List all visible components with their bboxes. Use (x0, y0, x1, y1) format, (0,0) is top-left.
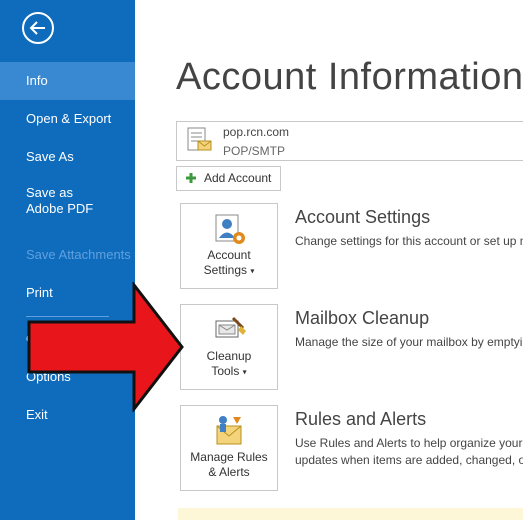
rules-alerts-desc-line1: Use Rules and Alerts to help organize yo… (295, 436, 523, 450)
account-settings-desc: Change settings for this account or set … (295, 234, 523, 248)
account-settings-label: Account Settings ▾ (203, 248, 255, 277)
rules-alerts-title: Rules and Alerts (295, 409, 427, 429)
nav-item-save-as-adobe-pdf[interactable]: Save as Adobe PDF (0, 176, 110, 236)
add-account-button[interactable]: Add Account (176, 166, 281, 191)
rules-alerts-desc-line2: updates when items are added, changed, o… (295, 453, 523, 467)
cleanup-tools-icon (215, 316, 246, 338)
nav-item-open-export[interactable]: Open & Export (0, 100, 135, 138)
back-button[interactable] (22, 12, 54, 44)
nav-item-save-attachments: Save Attachments (26, 247, 131, 262)
mailbox-cleanup-desc: Manage the size of your mailbox by empty… (295, 335, 523, 349)
cleanup-tools-button[interactable]: Cleanup Tools ▾ (180, 304, 278, 390)
account-settings-title: Account Settings (295, 207, 431, 227)
cleanup-tools-label: Cleanup Tools ▾ (206, 349, 252, 378)
add-account-label: Add Account (204, 171, 272, 185)
mailbox-cleanup-title: Mailbox Cleanup (295, 308, 430, 328)
nav-item-save-as[interactable]: Save As (0, 138, 135, 176)
info-bar (178, 508, 523, 520)
nav-item-info[interactable]: Info (0, 62, 135, 100)
account-settings-button[interactable]: Account Settings ▾ (180, 203, 278, 289)
manage-rules-alerts-button[interactable]: Manage Rules & Alerts (180, 405, 278, 491)
account-mailbox-icon (187, 127, 212, 151)
account-selector[interactable]: pop.rcn.com POP/SMTP (176, 121, 523, 161)
plus-icon (186, 173, 196, 183)
back-arrow-icon (29, 21, 45, 35)
manage-rules-alerts-label: Manage Rules & Alerts (190, 450, 268, 479)
account-settings-icon (215, 214, 245, 244)
rules-alerts-icon (216, 416, 242, 445)
account-name: pop.rcn.com (223, 125, 290, 139)
backstage-sidebar: Info Open & Export Save As Save as Adobe… (0, 0, 135, 520)
chevron-down-icon: ▾ (242, 367, 247, 377)
page-title: Account Information (176, 56, 523, 98)
account-type: POP/SMTP (223, 144, 286, 158)
red-arrow-annotation (27, 282, 184, 412)
chevron-down-icon: ▾ (250, 266, 255, 276)
